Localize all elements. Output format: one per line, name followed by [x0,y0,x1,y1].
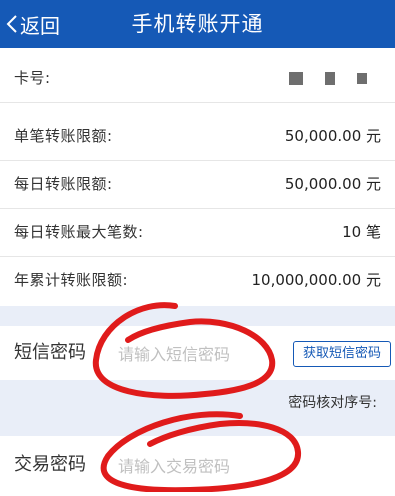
section-divider [0,306,395,326]
daily-limit-value: 50,000.00 元 [284,175,381,193]
card-number-row: 卡号: [0,55,395,103]
yearly-limit-label: 年累计转账限额: [14,271,129,289]
daily-count-row: 每日转账最大笔数: 10 笔 [0,209,395,257]
daily-count-value: 10 笔 [342,223,381,241]
sms-password-label: 短信密码 [14,342,86,363]
single-limit-label: 单笔转账限额: [14,127,113,145]
trade-password-input[interactable] [116,436,270,496]
sms-password-input[interactable] [116,326,270,382]
top-bar: 返回 手机转账开通 [0,0,395,48]
yearly-limit-value: 10,000,000.00 元 [251,271,381,289]
sms-password-row: 短信密码 获取短信密码 [0,326,395,382]
card-number-label: 卡号: [14,69,51,87]
trade-password-label: 交易密码 [14,454,86,475]
card-number-masked-value [289,71,367,85]
single-limit-row: 单笔转账限额: 50,000.00 元 [0,113,395,161]
get-sms-code-button[interactable]: 获取短信密码 [293,341,391,367]
page-title: 手机转账开通 [131,12,264,36]
daily-count-label: 每日转账最大笔数: [14,223,144,241]
single-limit-value: 50,000.00 元 [284,127,381,145]
daily-limit-row: 每日转账限额: 50,000.00 元 [0,161,395,209]
daily-limit-label: 每日转账限额: [14,175,113,193]
trade-password-row: 交易密码 [0,436,395,496]
yearly-limit-row: 年累计转账限额: 10,000,000.00 元 [0,257,395,304]
password-serial-label: 密码核对序号: [288,395,377,411]
